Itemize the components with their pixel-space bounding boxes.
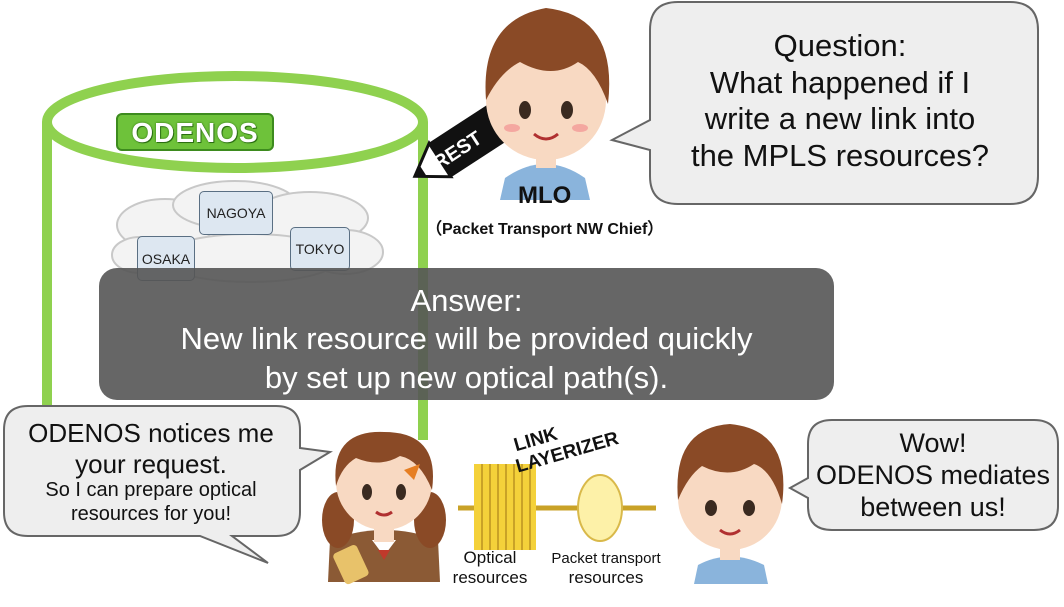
question-line: the MPLS resources? [690, 137, 990, 173]
question-text: Question: What happened if I write a new… [660, 28, 1020, 174]
notice-line: resources for you! [70, 502, 232, 525]
mlo-character [485, 8, 610, 200]
notice-line: ODENOS notices me [28, 418, 274, 448]
mlo-name: MLO [518, 182, 572, 209]
odenos-label: ODENOS [116, 113, 274, 151]
packet-line: Packet transport [551, 550, 661, 567]
optical-fiber-bundle-icon [474, 464, 536, 550]
city-node-tokyo: TOKYO [290, 227, 350, 271]
optical-line: Optical [463, 548, 517, 567]
packet-line: resources [568, 568, 644, 587]
notice-line: your request. [75, 448, 227, 479]
packet-resources-label: Packet transport resources [538, 550, 674, 588]
answer-box: Answer: New link resource will be provid… [99, 268, 834, 400]
mlo-role: （Packet Transport NW Chief） [426, 221, 664, 238]
answer-line: by set up new optical path(s). [264, 359, 669, 395]
city-node-nagoya: NAGOYA [199, 191, 273, 235]
question-line: What happened if I [709, 64, 971, 100]
answer-line: Answer: [410, 283, 523, 318]
wow-line: Wow! [899, 428, 967, 458]
question-line: Question: [773, 28, 907, 63]
notice-text: ODENOS notices me your request. So I can… [6, 418, 296, 527]
link-layerizer-diagram [458, 464, 656, 550]
wow-line: between us! [860, 491, 1006, 522]
question-line: write a new link into [704, 101, 976, 137]
packet-capsule-icon [577, 474, 623, 542]
optical-girl-character [322, 431, 446, 585]
notice-line: So I can prepare optical [45, 479, 257, 502]
optical-resources-label: Optical resources [440, 548, 540, 589]
answer-line: New link resource will be provided quick… [180, 321, 753, 357]
wow-text: Wow! ODENOS mediates between us! [808, 428, 1058, 524]
wow-line: ODENOS mediates [815, 459, 1051, 490]
optical-line: resources [452, 568, 528, 588]
packet-boy-character [677, 424, 784, 584]
